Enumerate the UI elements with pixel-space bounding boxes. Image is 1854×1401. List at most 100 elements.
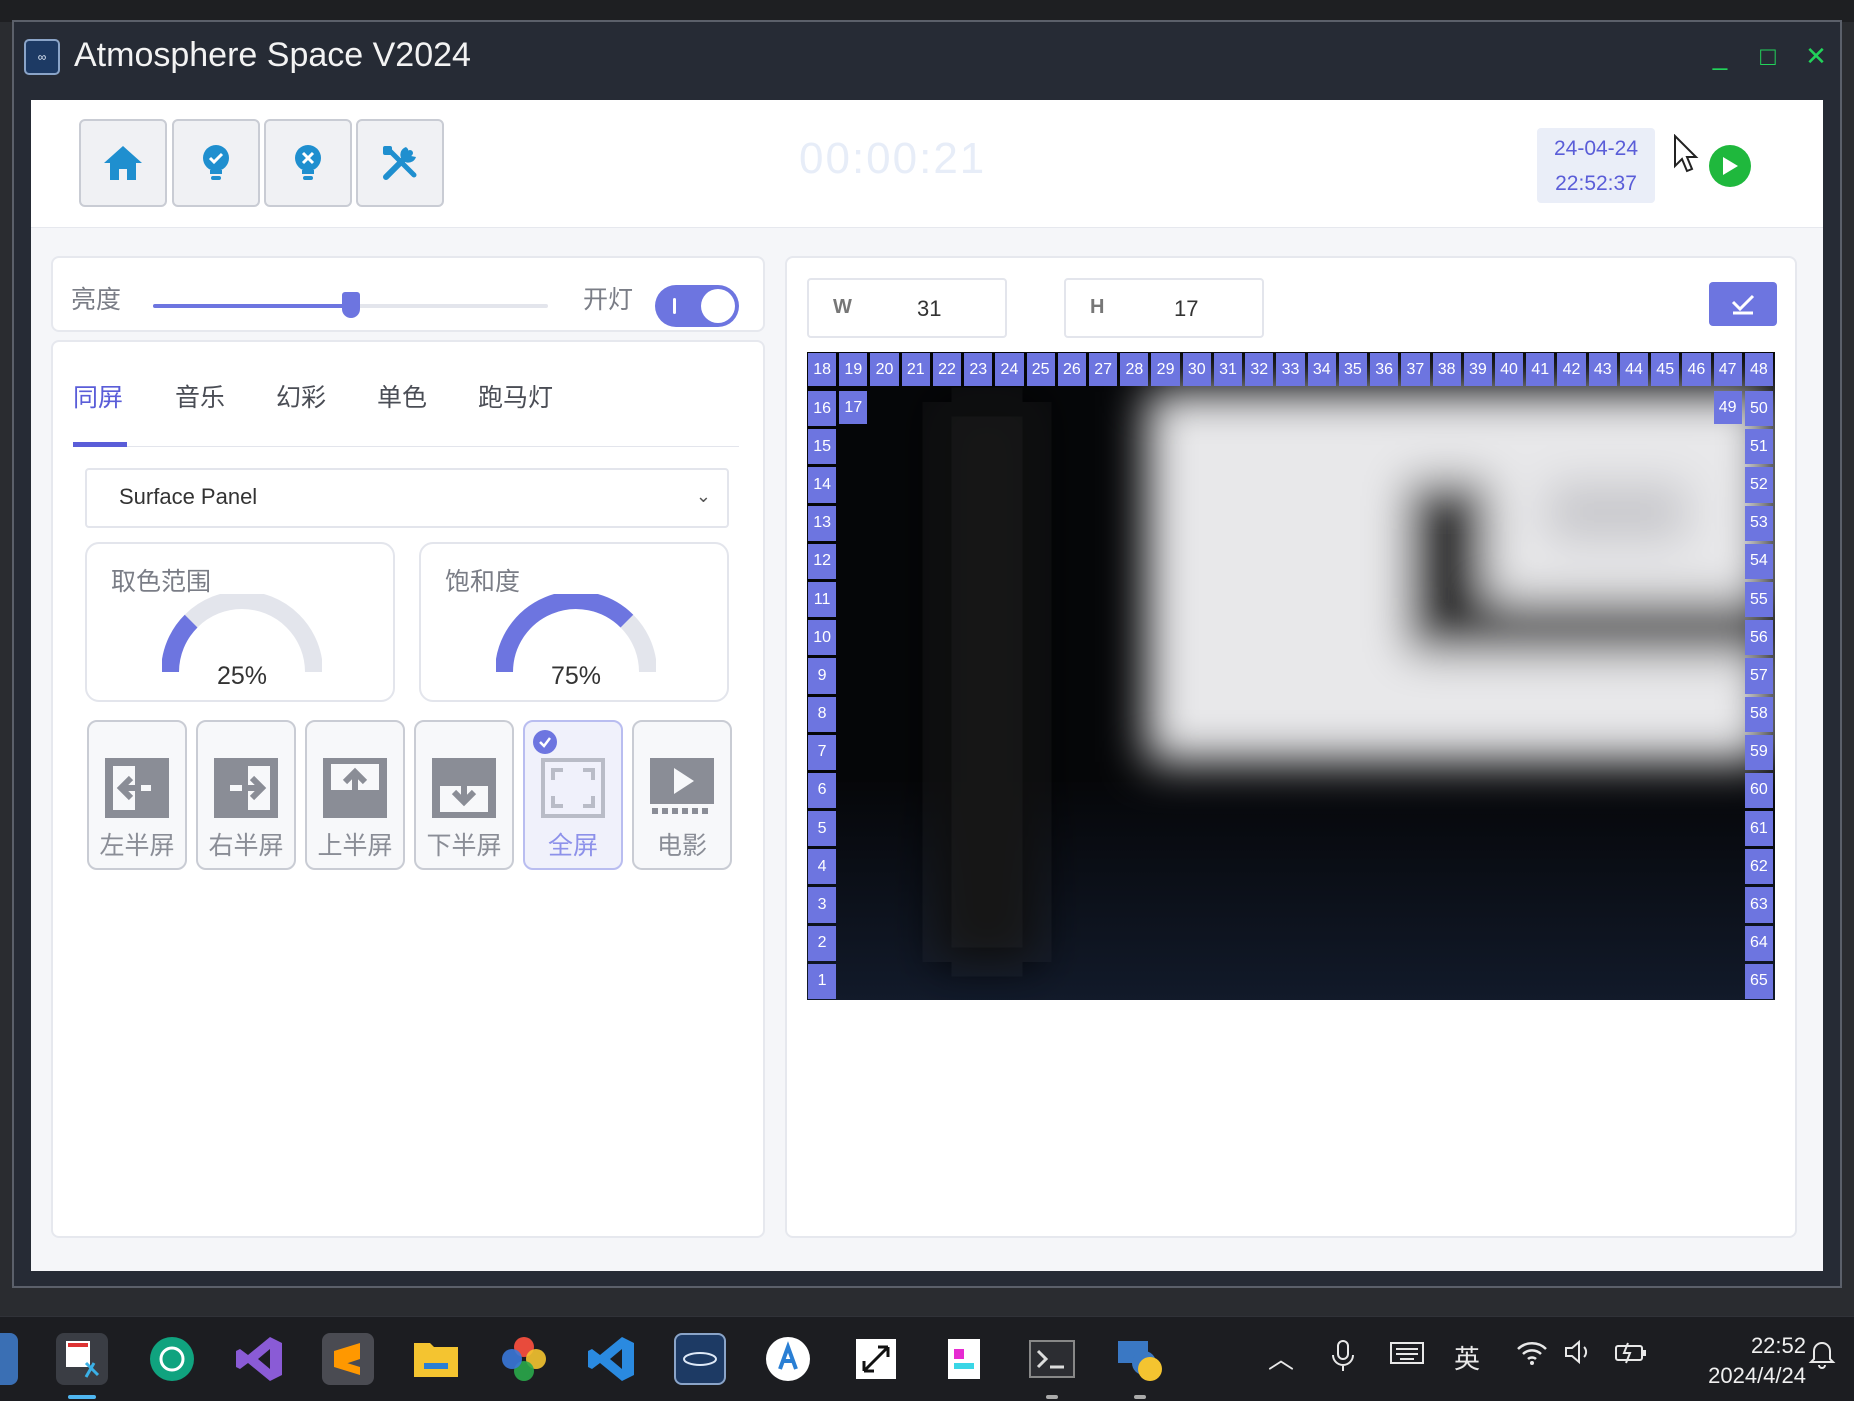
visual-studio-icon[interactable] bbox=[234, 1333, 286, 1385]
led-cell[interactable]: 18 bbox=[808, 353, 837, 386]
led-cell[interactable]: 40 bbox=[1494, 353, 1524, 386]
led-cell[interactable]: 16 bbox=[808, 391, 837, 427]
led-cell[interactable]: 49 bbox=[1713, 391, 1742, 424]
led-cell[interactable]: 59 bbox=[1744, 734, 1773, 770]
notifications-icon[interactable] bbox=[1808, 1339, 1836, 1376]
height-input[interactable]: H 17 bbox=[1064, 278, 1264, 338]
device-select[interactable]: Surface Panel ⌄ bbox=[85, 468, 729, 528]
led-cell[interactable]: 62 bbox=[1744, 849, 1773, 885]
led-cell[interactable]: 30 bbox=[1182, 353, 1211, 386]
led-cell[interactable]: 60 bbox=[1744, 772, 1773, 809]
led-cell[interactable]: 45 bbox=[1651, 353, 1680, 386]
volume-icon[interactable] bbox=[1564, 1339, 1594, 1372]
sublime-text-icon[interactable] bbox=[322, 1333, 374, 1385]
led-cell[interactable]: 55 bbox=[1744, 581, 1773, 618]
wifi-icon[interactable] bbox=[1516, 1339, 1548, 1372]
tab-sync[interactable]: 同屏 bbox=[73, 378, 123, 414]
tab-solid-color[interactable]: 单色 bbox=[377, 378, 427, 414]
light-on-button[interactable] bbox=[172, 119, 260, 207]
tab-rainbow[interactable]: 幻彩 bbox=[276, 378, 326, 414]
led-cell[interactable]: 15 bbox=[808, 429, 837, 465]
led-cell[interactable]: 20 bbox=[870, 353, 899, 386]
led-cell[interactable]: 56 bbox=[1744, 620, 1773, 656]
photos-pinwheel-icon[interactable] bbox=[498, 1333, 550, 1385]
snipping-tool-icon[interactable] bbox=[56, 1333, 108, 1385]
led-cell[interactable]: 27 bbox=[1089, 353, 1118, 386]
led-cell[interactable]: 24 bbox=[995, 353, 1024, 386]
led-cell[interactable]: 46 bbox=[1682, 353, 1711, 386]
resize-tool-icon[interactable] bbox=[850, 1333, 902, 1385]
led-cell[interactable]: 50 bbox=[1744, 391, 1773, 427]
tab-marquee[interactable]: 跑马灯 bbox=[478, 378, 553, 414]
led-cell[interactable]: 21 bbox=[901, 353, 930, 386]
apply-button[interactable] bbox=[1709, 282, 1777, 326]
battery-icon[interactable] bbox=[1614, 1339, 1648, 1372]
led-cell[interactable]: 51 bbox=[1744, 429, 1773, 465]
close-button[interactable]: ✕ bbox=[1796, 34, 1836, 78]
python-icon[interactable] bbox=[1114, 1333, 1166, 1385]
vscode-icon[interactable] bbox=[586, 1333, 638, 1385]
led-cell[interactable]: 2 bbox=[808, 925, 837, 961]
led-cell[interactable]: 9 bbox=[808, 658, 837, 694]
led-cell[interactable]: 8 bbox=[808, 696, 837, 732]
atmosphere-app-icon[interactable] bbox=[674, 1333, 726, 1385]
led-cell[interactable]: 48 bbox=[1744, 353, 1773, 386]
led-cell[interactable]: 6 bbox=[808, 772, 837, 809]
right-half-mode-button[interactable]: 右半屏 bbox=[196, 720, 296, 870]
settings-button[interactable] bbox=[356, 119, 444, 207]
fullscreen-mode-button[interactable]: 全屏 bbox=[523, 720, 623, 870]
led-cell[interactable]: 22 bbox=[932, 353, 962, 386]
led-cell[interactable]: 37 bbox=[1401, 353, 1430, 386]
slider-thumb[interactable] bbox=[341, 292, 360, 318]
led-cell[interactable]: 29 bbox=[1151, 353, 1180, 386]
led-cell[interactable]: 31 bbox=[1213, 353, 1243, 386]
led-cell[interactable]: 39 bbox=[1463, 353, 1492, 386]
saturation-gauge[interactable]: 饱和度 75% bbox=[419, 542, 729, 702]
led-cell[interactable]: 57 bbox=[1744, 658, 1773, 694]
led-cell[interactable]: 34 bbox=[1307, 353, 1336, 386]
led-cell[interactable]: 38 bbox=[1432, 353, 1461, 386]
movie-mode-button[interactable]: 电影 bbox=[632, 720, 732, 870]
led-cell[interactable]: 64 bbox=[1744, 925, 1773, 961]
play-button[interactable] bbox=[1709, 145, 1751, 187]
app-store-icon[interactable] bbox=[762, 1333, 814, 1385]
led-cell[interactable]: 42 bbox=[1557, 353, 1586, 386]
light-toggle[interactable] bbox=[655, 285, 739, 327]
led-cell[interactable]: 17 bbox=[839, 391, 868, 424]
led-cell[interactable]: 1 bbox=[808, 963, 837, 999]
led-cell[interactable]: 7 bbox=[808, 734, 837, 770]
minimize-button[interactable]: _ bbox=[1700, 34, 1740, 78]
led-cell[interactable]: 47 bbox=[1713, 353, 1742, 386]
led-cell[interactable]: 32 bbox=[1245, 353, 1274, 386]
top-half-mode-button[interactable]: 上半屏 bbox=[305, 720, 405, 870]
microphone-icon[interactable] bbox=[1330, 1339, 1356, 1380]
brightness-slider[interactable] bbox=[153, 292, 548, 318]
show-hidden-icons-icon[interactable]: ︿ bbox=[1268, 1339, 1294, 1376]
led-cell[interactable]: 41 bbox=[1526, 353, 1555, 386]
led-cell[interactable]: 4 bbox=[808, 849, 837, 885]
keyboard-icon[interactable] bbox=[1390, 1339, 1424, 1372]
led-cell[interactable]: 25 bbox=[1026, 353, 1055, 386]
led-cell[interactable]: 43 bbox=[1588, 353, 1617, 386]
led-cell[interactable]: 14 bbox=[808, 467, 837, 503]
led-cell[interactable]: 13 bbox=[808, 505, 837, 541]
led-cell[interactable]: 26 bbox=[1057, 353, 1087, 386]
led-cell[interactable]: 5 bbox=[808, 811, 837, 847]
led-cell[interactable]: 28 bbox=[1120, 353, 1149, 386]
left-half-mode-button[interactable]: 左半屏 bbox=[87, 720, 187, 870]
notepad-icon[interactable] bbox=[938, 1333, 990, 1385]
led-cell[interactable]: 54 bbox=[1744, 543, 1773, 579]
maximize-button[interactable]: □ bbox=[1748, 34, 1788, 78]
terminal-icon[interactable] bbox=[1026, 1333, 1078, 1385]
led-cell[interactable]: 23 bbox=[964, 353, 993, 386]
title-bar[interactable]: ∞ Atmosphere Space V2024 _ □ ✕ bbox=[14, 22, 1840, 100]
led-cell[interactable]: 58 bbox=[1744, 696, 1773, 732]
led-cell[interactable]: 63 bbox=[1744, 887, 1773, 923]
led-cell[interactable]: 11 bbox=[808, 581, 837, 618]
led-cell[interactable]: 35 bbox=[1338, 353, 1368, 386]
width-input[interactable]: W 31 bbox=[807, 278, 1007, 338]
light-off-button[interactable] bbox=[264, 119, 352, 207]
home-button[interactable] bbox=[79, 119, 167, 207]
partial-app-icon[interactable] bbox=[0, 1333, 18, 1385]
system-clock[interactable]: 22:52 2024/4/24 bbox=[1708, 1331, 1806, 1391]
